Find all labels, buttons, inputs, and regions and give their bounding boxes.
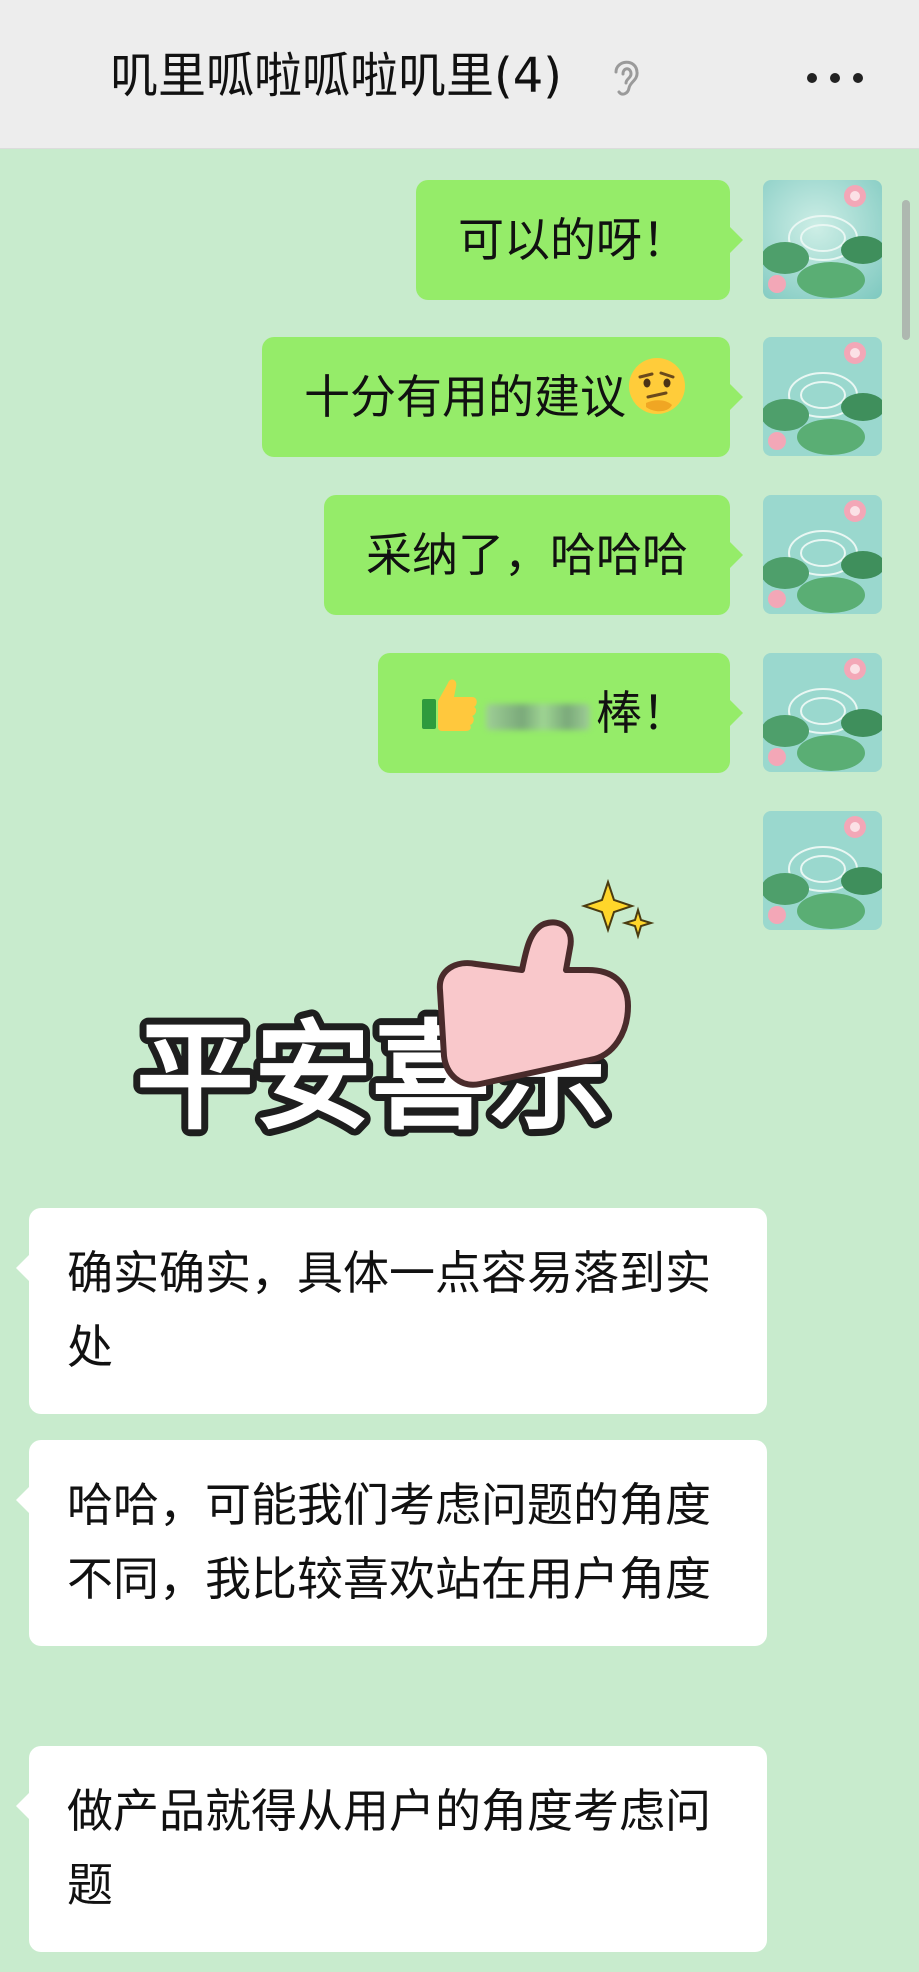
more-dots-icon[interactable] — [800, 56, 870, 100]
received-message[interactable]: 哈哈，可能我们考虑问题的角度不同，我比较喜欢站在用户角度 — [16, 1440, 767, 1646]
message-text: 采纳了，哈哈哈 — [366, 528, 688, 582]
avatar[interactable] — [763, 811, 882, 930]
redacted-text — [486, 703, 590, 730]
avatar[interactable] — [763, 653, 882, 772]
avatar[interactable] — [763, 337, 882, 456]
message-text: 棒！ — [596, 686, 688, 740]
ear-icon[interactable] — [606, 52, 646, 102]
message-text: 可以的呀！ — [458, 213, 688, 267]
sparkle-icon — [580, 878, 655, 940]
chat-header: 叽里呱啦呱啦叽里(4) — [0, 0, 919, 149]
avatar[interactable] — [763, 180, 882, 299]
sent-message[interactable]: 十分有用的建议 — [262, 337, 743, 457]
thinking-face-emoji — [626, 341, 688, 461]
scrollbar[interactable] — [902, 200, 910, 340]
message-text: 确实确实，具体一点容易落到实处 — [67, 1246, 711, 1374]
message-text: 做产品就得从用户的角度考虑问题 — [67, 1784, 711, 1912]
message-text: 十分有用的建议 — [304, 370, 626, 424]
chat-title: 叽里呱啦呱啦叽里(4) — [110, 48, 562, 104]
received-message[interactable]: 做产品就得从用户的角度考虑问题 — [16, 1746, 767, 1952]
received-message[interactable]: 确实确实，具体一点容易落到实处 — [16, 1208, 767, 1414]
sent-message[interactable]: 采纳了，哈哈哈 — [324, 495, 743, 615]
thumbs-up-emoji — [420, 657, 480, 777]
avatar[interactable] — [763, 495, 882, 614]
sent-message[interactable]: 可以的呀！ — [416, 180, 743, 300]
message-text: 哈哈，可能我们考虑问题的角度不同，我比较喜欢站在用户角度 — [67, 1478, 711, 1606]
sent-message[interactable]: 棒！ — [378, 653, 743, 773]
sticker-message[interactable]: 平安喜乐 — [129, 870, 670, 1151]
